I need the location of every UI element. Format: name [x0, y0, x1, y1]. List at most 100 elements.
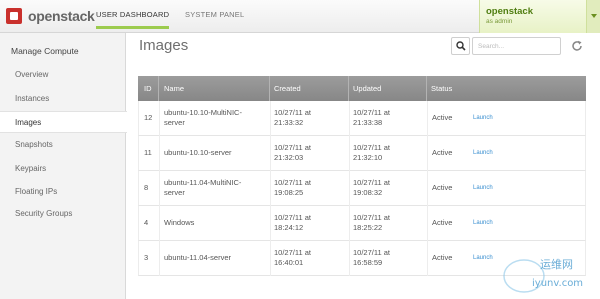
cell-created: 10/27/11 at 21:33:32 — [274, 108, 311, 128]
cell-created-date: 10/27/11 at — [274, 143, 311, 152]
openstack-logo-icon — [6, 8, 22, 24]
cell-created: 10/27/11 at 18:24:12 — [274, 213, 311, 233]
cell-status: Active — [432, 253, 453, 262]
table-row: 12 ubuntu-10.10-MultiNIC-server 10/27/11… — [138, 101, 586, 136]
cell-name-line: ubuntu-11.04-MultiNIC- — [164, 178, 242, 187]
cell-status: Active — [432, 113, 453, 122]
table-row: 8 ubuntu-11.04-MultiNIC-server 10/27/11 … — [138, 171, 586, 206]
column-divider — [270, 241, 271, 276]
project-switcher[interactable]: openstack as admin — [479, 0, 600, 33]
tab-system-panel[interactable]: SYSTEM PANEL — [185, 10, 244, 19]
cell-updated-time: 19:08:32 — [353, 188, 383, 197]
column-divider — [158, 76, 159, 101]
logo-text: openstack — [28, 8, 95, 24]
launch-button[interactable]: Launch — [473, 115, 493, 121]
launch-button[interactable]: Launch — [473, 255, 493, 261]
cell-id: 8 — [144, 183, 149, 192]
column-divider — [349, 171, 350, 206]
column-divider — [348, 76, 349, 101]
table-row: 4 Windows 10/27/11 at 18:24:12 10/27/11 a… — [138, 206, 586, 241]
cell-created-time: 21:33:32 — [274, 118, 304, 127]
column-divider — [349, 136, 350, 171]
column-divider — [427, 171, 428, 206]
project-user: as admin — [486, 18, 513, 25]
cell-updated-time: 21:33:38 — [353, 118, 383, 127]
cell-updated: 10/27/11 at 16:58:59 — [353, 248, 390, 268]
cell-name: ubuntu-11.04-server — [164, 253, 231, 262]
cell-created-time: 19:08:25 — [274, 188, 304, 197]
openstack-logo[interactable]: openstack — [6, 7, 95, 25]
column-divider — [427, 101, 428, 136]
sidebar-item-images[interactable]: Images — [0, 111, 127, 133]
cell-id: 12 — [144, 113, 153, 122]
column-divider — [427, 136, 428, 171]
sidebar-item-keypairs[interactable]: Keypairs — [0, 158, 126, 180]
cell-name: ubuntu-10.10-MultiNIC-server — [164, 108, 242, 128]
cell-updated-time: 16:58:59 — [353, 258, 383, 267]
search-input[interactable] — [472, 37, 561, 55]
column-divider — [349, 101, 350, 136]
cell-created-date: 10/27/11 at — [274, 108, 311, 117]
launch-button[interactable]: Launch — [473, 220, 493, 226]
column-divider — [269, 76, 270, 101]
project-name: openstack — [486, 6, 533, 17]
page-title: Images — [139, 37, 189, 54]
column-divider — [159, 101, 160, 136]
column-divider — [426, 76, 427, 101]
column-divider — [159, 241, 160, 276]
sidebar-item-snapshots[interactable]: Snapshots — [0, 134, 126, 156]
column-divider — [270, 206, 271, 241]
cell-created: 10/27/11 at 19:08:25 — [274, 178, 311, 198]
column-header-status: Status — [431, 84, 453, 93]
tab-user-dashboard[interactable]: USER DASHBOARD — [96, 10, 170, 29]
sidebar-item-instances[interactable]: Instances — [0, 88, 126, 110]
images-table-header: ID Name Created Updated Status — [138, 76, 586, 101]
cell-name-line: server — [164, 118, 185, 127]
cell-created: 10/27/11 at 21:32:03 — [274, 143, 311, 163]
cell-updated: 10/27/11 at 19:08:32 — [353, 178, 390, 198]
refresh-icon[interactable] — [571, 40, 583, 52]
cell-updated-date: 10/27/11 at — [353, 108, 390, 117]
cell-name-line: ubuntu-10.10-MultiNIC- — [164, 108, 242, 117]
search-button[interactable] — [451, 37, 470, 55]
cell-updated: 10/27/11 at 21:33:38 — [353, 108, 390, 128]
cell-updated: 10/27/11 at 18:25:22 — [353, 213, 390, 233]
cell-created-time: 16:40:01 — [274, 258, 304, 267]
cell-updated-date: 10/27/11 at — [353, 178, 390, 187]
column-divider — [159, 136, 160, 171]
column-divider — [349, 241, 350, 276]
sidebar-item-overview[interactable]: Overview — [0, 64, 126, 86]
column-divider — [159, 171, 160, 206]
column-header-updated: Updated — [353, 84, 382, 93]
launch-button[interactable]: Launch — [473, 185, 493, 191]
column-divider — [270, 136, 271, 171]
column-divider — [427, 206, 428, 241]
cell-name: Windows — [164, 218, 195, 227]
cell-created-time: 21:32:03 — [274, 153, 304, 162]
table-row: 11 ubuntu-10.10-server 10/27/11 at 21:32:… — [138, 136, 586, 171]
sidebar-item-floating-ips[interactable]: Floating IPs — [0, 181, 126, 203]
cell-status: Active — [432, 218, 453, 227]
chevron-down-icon[interactable] — [586, 0, 600, 33]
cell-created-date: 10/27/11 at — [274, 178, 311, 187]
column-header-created: Created — [274, 84, 301, 93]
column-header-name: Name — [164, 84, 185, 93]
cell-created-time: 18:24:12 — [274, 223, 304, 232]
cell-updated-date: 10/27/11 at — [353, 143, 390, 152]
launch-button[interactable]: Launch — [473, 150, 493, 156]
cell-id: 11 — [144, 148, 152, 157]
cell-name: ubuntu-11.04-MultiNIC-server — [164, 178, 241, 198]
sidebar-item-security-groups[interactable]: Security Groups — [0, 203, 126, 225]
cell-updated-date: 10/27/11 at — [353, 213, 390, 222]
sidebar-title: Manage Compute — [11, 46, 79, 56]
cell-created-date: 10/27/11 at — [274, 213, 311, 222]
cell-created: 10/27/11 at 16:40:01 — [274, 248, 311, 268]
cell-name: ubuntu-10.10-server — [164, 148, 232, 157]
cell-created-date: 10/27/11 at — [274, 248, 311, 257]
column-divider — [159, 206, 160, 241]
top-navbar: openstack USER DASHBOARD SYSTEM PANEL op… — [0, 0, 600, 33]
cell-updated: 10/27/11 at 21:32:10 — [353, 143, 390, 163]
column-divider — [270, 171, 271, 206]
cell-updated-time: 21:32:10 — [353, 153, 383, 162]
watermark-text-cn: 运维网 — [540, 258, 573, 271]
